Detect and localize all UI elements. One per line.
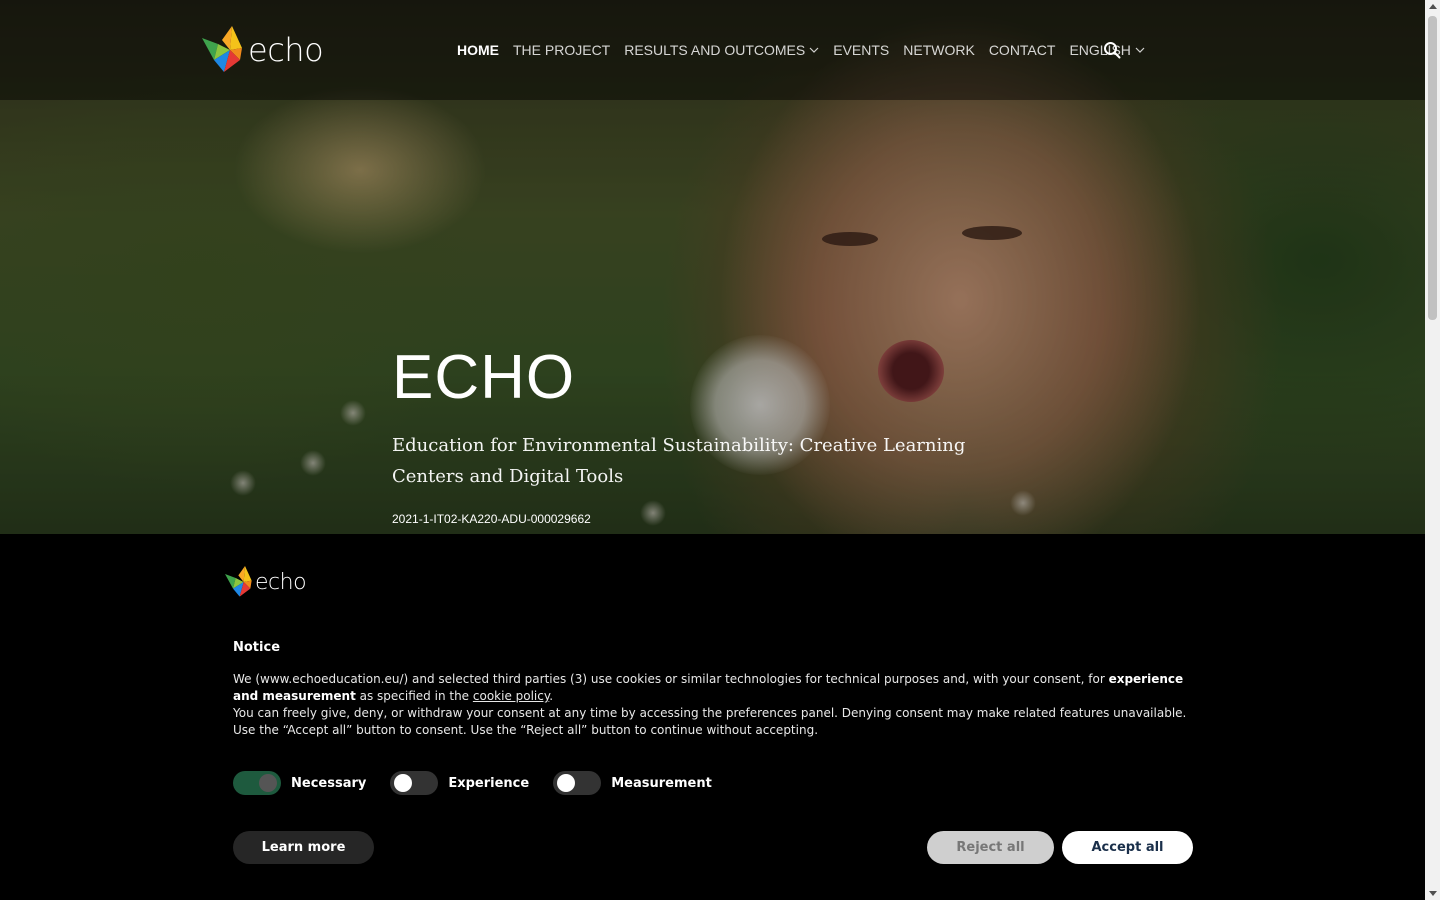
nav-network-label: NETWORK (903, 42, 975, 58)
cookie-policy-link[interactable]: cookie policy (473, 689, 549, 703)
toggle-measurement[interactable] (553, 771, 602, 795)
notice-text: Use the “Accept all” button to consent. … (233, 723, 819, 737)
hero-title: ECHO (392, 343, 576, 412)
toggle-necessary-group: Necessary (233, 771, 366, 795)
nav-home[interactable]: HOME (457, 42, 499, 58)
toggle-experience-label: Experience (448, 775, 530, 791)
consent-toggles: Necessary Experience Measurement (233, 771, 736, 795)
nav-home-label: HOME (457, 42, 499, 58)
notice-title: Notice (233, 640, 281, 655)
site-header: echo HOME THE PROJECT RESULTS AND OUTCOM… (0, 0, 1425, 100)
nav-language-label: ENGLISH (1069, 42, 1131, 58)
toggle-knob (259, 774, 277, 792)
toggle-measurement-label: Measurement (611, 775, 712, 791)
scroll-down-arrow-icon[interactable] (1429, 891, 1437, 896)
learn-more-button[interactable]: Learn more (233, 831, 374, 864)
toggle-knob (557, 774, 576, 792)
scrollbar-thumb[interactable] (1428, 16, 1437, 320)
toggle-necessary-label: Necessary (291, 775, 367, 791)
cookie-logo-text: echo (255, 569, 307, 595)
nav-the-project-label: THE PROJECT (513, 42, 611, 58)
chevron-down-icon (1135, 47, 1145, 53)
nav-events-label: EVENTS (833, 42, 890, 58)
nav-results-and-outcomes[interactable]: RESULTS AND OUTCOMES (624, 42, 819, 58)
notice-body: We (www.echoeducation.eu/) and selected … (233, 671, 1193, 739)
project-code: 2021-1-IT02-KA220-ADU-000029662 (392, 512, 591, 526)
cookie-logo: echo (225, 566, 307, 598)
hero-subtitle: Education for Environmental Sustainabili… (392, 435, 966, 487)
toggle-experience-group: Experience (390, 771, 529, 795)
site-logo[interactable]: echo (202, 26, 324, 74)
notice-text: . (549, 689, 554, 703)
echo-logo-icon (202, 26, 242, 72)
nav-results-label: RESULTS AND OUTCOMES (624, 42, 806, 58)
accept-all-button[interactable]: Accept all (1062, 831, 1193, 864)
echo-logo-icon (225, 566, 252, 597)
notice-text: We (www.echoeducation.eu/) and selected … (233, 672, 1109, 686)
search-icon[interactable] (1103, 41, 1121, 59)
nav-contact[interactable]: CONTACT (989, 42, 1056, 58)
toggle-knob (394, 774, 413, 792)
chevron-down-icon (809, 47, 819, 53)
nav-events[interactable]: EVENTS (833, 42, 889, 58)
cookie-banner: echo Notice We (www.echoeducation.eu/) a… (0, 534, 1425, 900)
nav-contact-label: CONTACT (988, 42, 1056, 58)
nav-the-project[interactable]: THE PROJECT (513, 42, 610, 58)
notice-text: as specified in the (355, 689, 473, 703)
page-scrollbar[interactable] (1425, 0, 1440, 900)
logo-text: echo (248, 31, 324, 69)
toggle-measurement-group: Measurement (553, 771, 712, 795)
main-nav: HOME THE PROJECT RESULTS AND OUTCOMES EV… (457, 38, 1159, 62)
reject-all-button[interactable]: Reject all (927, 831, 1054, 864)
scroll-up-arrow-icon[interactable] (1429, 4, 1437, 9)
toggle-experience[interactable] (390, 771, 439, 795)
notice-text: You can freely give, deny, or withdraw y… (233, 706, 1187, 720)
nav-network[interactable]: NETWORK (903, 42, 975, 58)
toggle-necessary[interactable] (233, 771, 281, 795)
